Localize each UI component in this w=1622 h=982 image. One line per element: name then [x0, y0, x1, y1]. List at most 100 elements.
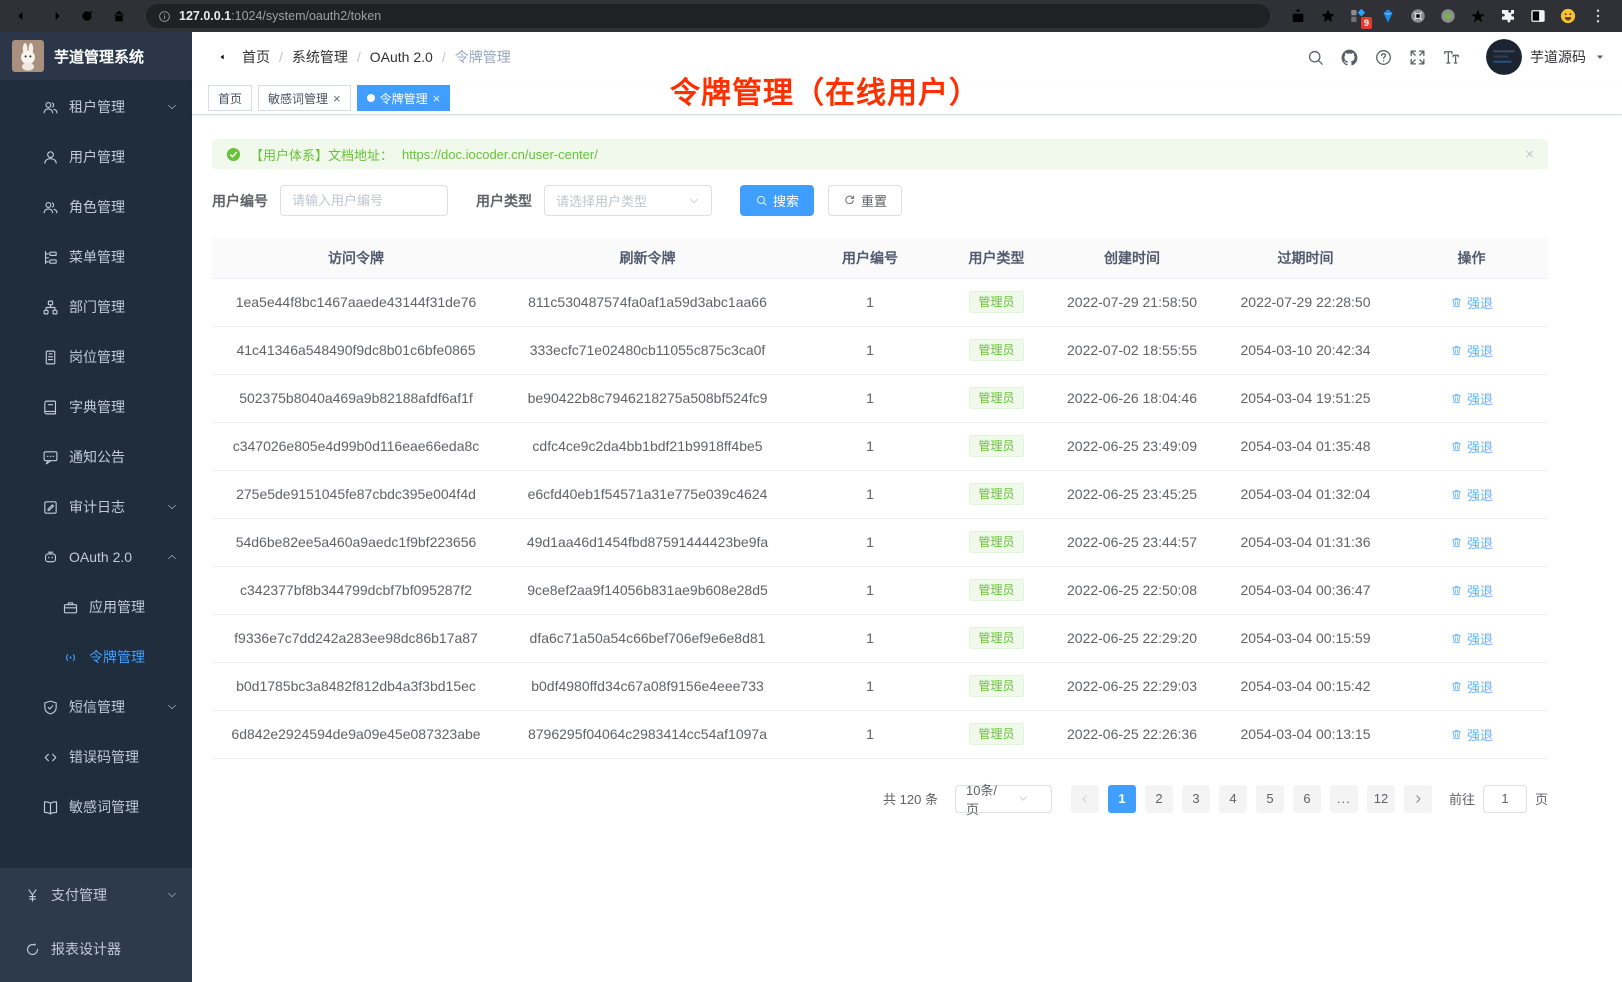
- page-button[interactable]: 6: [1293, 785, 1321, 813]
- alert-doc-link[interactable]: https://doc.iocoder.cn/user-center/: [402, 147, 598, 162]
- sidebar-item-dict[interactable]: 字典管理: [0, 382, 192, 432]
- cell-expire-time: 2054-03-04 00:13:15: [1216, 710, 1395, 758]
- sidebar-item-token[interactable]: 令牌管理: [0, 632, 192, 682]
- tab-close-icon[interactable]: ×: [433, 92, 441, 105]
- force-logout-button[interactable]: 强退: [1450, 293, 1493, 312]
- cell-expire-time: 2054-03-04 01:35:48: [1216, 422, 1395, 470]
- page-button[interactable]: 1: [1108, 785, 1136, 813]
- browser-reload-icon[interactable]: [74, 3, 100, 29]
- reset-button[interactable]: 重置: [828, 185, 902, 216]
- alert-close-icon[interactable]: ×: [1525, 146, 1534, 163]
- page-ellipsis[interactable]: ...: [1330, 785, 1358, 813]
- tab-home[interactable]: 首页: [208, 85, 252, 111]
- share-icon[interactable]: [1288, 6, 1308, 26]
- site-info-icon[interactable]: [158, 10, 171, 23]
- force-logout-button[interactable]: 强退: [1450, 677, 1493, 696]
- sidebar-item-sensitive-word[interactable]: 敏感词管理: [0, 782, 192, 832]
- page-unit-label: 页: [1535, 789, 1548, 808]
- address-bar[interactable]: 127.0.0.1:1024/system/oauth2/token: [146, 4, 1270, 28]
- page-button[interactable]: 4: [1219, 785, 1247, 813]
- user-caret-down-icon: [1594, 51, 1606, 63]
- force-logout-label: 强退: [1467, 341, 1493, 360]
- page-button[interactable]: 2: [1145, 785, 1173, 813]
- user-id-input[interactable]: [280, 185, 448, 216]
- force-logout-button[interactable]: 强退: [1450, 629, 1493, 648]
- green-star-icon[interactable]: [1468, 6, 1488, 26]
- bookmark-star-icon[interactable]: [1318, 6, 1338, 26]
- sidebar-item-menu-tree[interactable]: 菜单管理: [0, 232, 192, 282]
- help-icon[interactable]: [1374, 48, 1393, 67]
- app-logo[interactable]: 芋道管理系统: [0, 32, 192, 80]
- active-tab-dot: [367, 94, 375, 102]
- breadcrumb-item[interactable]: 系统管理: [292, 47, 348, 67]
- next-page-button[interactable]: [1404, 785, 1432, 813]
- github-icon[interactable]: [1340, 48, 1359, 67]
- sidebar-item-user[interactable]: 用户管理: [0, 132, 192, 182]
- force-logout-button[interactable]: 强退: [1450, 341, 1493, 360]
- gem-icon[interactable]: [1378, 6, 1398, 26]
- user-type-select[interactable]: 请选择用户类型: [544, 185, 712, 216]
- green-dot-circle-icon[interactable]: [1438, 6, 1458, 26]
- breadcrumb-item[interactable]: 首页: [242, 47, 270, 67]
- force-logout-button[interactable]: 强退: [1450, 485, 1493, 504]
- cell-access-token: b0d1785bc3a8482f812db4a3f3bd15ec: [212, 662, 500, 710]
- cell-refresh-token: dfa6c71a50a54c66bef706ef9e6e8d81: [500, 614, 795, 662]
- browser-back-icon[interactable]: [10, 3, 36, 29]
- report-icon: [24, 941, 41, 958]
- error-code-icon: [42, 749, 59, 766]
- sidebar-item-app[interactable]: 应用管理: [0, 582, 192, 632]
- command-circle-icon[interactable]: [1408, 6, 1428, 26]
- tab-label: 首页: [218, 90, 242, 107]
- chevron-down-icon: [166, 889, 178, 901]
- sidebar-item-tenant[interactable]: 租户管理: [0, 82, 192, 132]
- sidebar-item-pay[interactable]: 支付管理: [0, 868, 192, 922]
- force-logout-button[interactable]: 强退: [1450, 581, 1493, 600]
- extension-grid-icon[interactable]: 9: [1348, 6, 1368, 26]
- page-size-select[interactable]: 10条/页: [955, 785, 1052, 813]
- user-type-label: 用户类型: [476, 191, 532, 211]
- search-button[interactable]: 搜索: [740, 185, 814, 216]
- goto-page-input[interactable]: [1483, 785, 1527, 813]
- user-type-tag: 管理员: [969, 723, 1023, 745]
- browser-forward-icon[interactable]: [42, 3, 68, 29]
- page-button[interactable]: 3: [1182, 785, 1210, 813]
- sidebar-item-role[interactable]: 角色管理: [0, 182, 192, 232]
- puzzle-icon[interactable]: [1498, 6, 1518, 26]
- force-logout-button[interactable]: 强退: [1450, 533, 1493, 552]
- success-check-icon: [226, 147, 241, 162]
- browser-home-icon[interactable]: [106, 3, 132, 29]
- force-logout-button[interactable]: 强退: [1450, 389, 1493, 408]
- column-header: 创建时间: [1048, 238, 1216, 278]
- refresh-icon: [843, 194, 856, 207]
- search-icon[interactable]: [1306, 48, 1325, 67]
- breadcrumb-item[interactable]: OAuth 2.0: [370, 49, 433, 65]
- force-logout-button[interactable]: 强退: [1450, 725, 1493, 744]
- sidebar-item-report[interactable]: 报表设计器: [0, 922, 192, 976]
- sidebar-item-dept[interactable]: 部门管理: [0, 282, 192, 332]
- sidebar-item-error-code[interactable]: 错误码管理: [0, 732, 192, 782]
- page-button[interactable]: 12: [1367, 785, 1395, 813]
- chevron-down-icon: [1004, 793, 1043, 804]
- table-row: 1ea5e44f8bc1467aaede43144f31de76811c5304…: [212, 278, 1548, 326]
- sidebar-collapse-icon[interactable]: [192, 32, 242, 82]
- prev-page-button[interactable]: [1071, 785, 1099, 813]
- browser-menu-kebab-icon[interactable]: [1588, 6, 1608, 26]
- split-panel-icon[interactable]: [1528, 6, 1548, 26]
- sidebar-item-sms[interactable]: 短信管理: [0, 682, 192, 732]
- cell-access-token: 1ea5e44f8bc1467aaede43144f31de76: [212, 278, 500, 326]
- user-menu[interactable]: 芋道源码: [1486, 39, 1606, 75]
- sidebar-item-audit[interactable]: 审计日志: [0, 482, 192, 532]
- font-size-icon[interactable]: [1442, 48, 1461, 67]
- fullscreen-icon[interactable]: [1408, 48, 1427, 67]
- page-button[interactable]: 5: [1256, 785, 1284, 813]
- force-logout-button[interactable]: 强退: [1450, 437, 1493, 456]
- emoji-face-icon[interactable]: [1558, 6, 1578, 26]
- tab-page[interactable]: 敏感词管理×: [258, 85, 351, 111]
- sidebar-item-notice[interactable]: 通知公告: [0, 432, 192, 482]
- tab-close-icon[interactable]: ×: [333, 92, 341, 105]
- tab-page[interactable]: 令牌管理×: [357, 85, 451, 111]
- table-row: 275e5de9151045fe87cbdc395e004f4de6cfd40e…: [212, 470, 1548, 518]
- sidebar-item-label: 支付管理: [51, 885, 166, 905]
- sidebar-item-oauth[interactable]: OAuth 2.0: [0, 532, 192, 582]
- sidebar-item-post[interactable]: 岗位管理: [0, 332, 192, 382]
